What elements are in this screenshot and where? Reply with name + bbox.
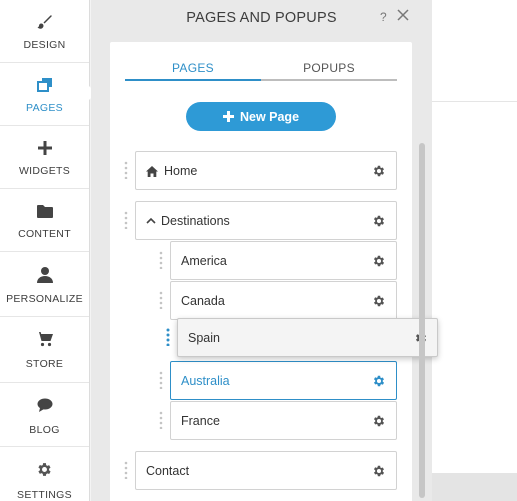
panel-tabs: PAGES POPUPS — [125, 57, 397, 81]
page-row-france[interactable]: France — [170, 401, 397, 440]
gear-icon[interactable] — [372, 164, 386, 178]
sidebar-item-label: PAGES — [26, 102, 63, 114]
folder-icon — [0, 201, 89, 221]
sidebar-item-content[interactable]: CONTENT — [0, 189, 89, 252]
new-page-label: New Page — [239, 109, 300, 124]
sidebar-item-label: STORE — [25, 358, 64, 370]
gear-icon[interactable] — [372, 464, 386, 478]
home-icon — [146, 166, 158, 177]
canvas-background — [432, 0, 517, 473]
sidebar-item-label: WIDGETS — [18, 165, 71, 177]
pages-icon — [0, 75, 89, 95]
drag-handle-icon[interactable] — [124, 161, 128, 179]
new-page-button[interactable]: New Page — [186, 102, 336, 131]
speech-bubble-icon — [0, 395, 89, 415]
sidebar-item-label: SETTINGS — [17, 489, 72, 501]
person-icon — [0, 264, 89, 284]
drag-handle-icon[interactable] — [159, 251, 163, 269]
drag-handle-icon[interactable] — [124, 461, 128, 479]
sidebar-item-blog[interactable]: BLOG — [0, 383, 89, 447]
page-name: Australia — [181, 374, 230, 388]
plus-icon — [222, 111, 234, 122]
drag-handle-icon[interactable] — [124, 211, 128, 229]
canvas-divider — [432, 101, 517, 102]
sidebar-item-label: BLOG — [29, 424, 60, 436]
page-name: Spain — [188, 331, 220, 345]
gear-icon[interactable] — [372, 254, 386, 268]
plus-icon — [0, 138, 89, 158]
page-row-america[interactable]: America — [170, 241, 397, 280]
cart-icon — [0, 329, 89, 349]
sidebar-item-store[interactable]: STORE — [0, 317, 89, 383]
sidebar-item-label: DESIGN — [23, 39, 66, 51]
sidebar-item-pages[interactable]: PAGES — [0, 63, 89, 126]
tab-pages[interactable]: PAGES — [125, 57, 261, 81]
chevron-up-icon[interactable] — [146, 217, 156, 224]
drag-handle-icon[interactable] — [159, 291, 163, 309]
page-name: Contact — [146, 464, 190, 478]
sidebar-item-label: CONTENT — [18, 228, 71, 240]
page-row-spain[interactable]: Spain — [177, 318, 438, 357]
gear-icon[interactable] — [372, 374, 386, 388]
canvas-footer-area — [432, 473, 517, 501]
page-name: America — [181, 254, 227, 268]
page-name: Destinations — [161, 214, 230, 228]
sidebar-item-settings[interactable]: SETTINGS — [0, 447, 89, 501]
sidebar-item-widgets[interactable]: WIDGETS — [0, 126, 89, 189]
page-row-contact[interactable]: Contact — [135, 451, 397, 490]
page-row-destinations[interactable]: Destinations — [135, 201, 397, 240]
brush-icon — [0, 12, 89, 32]
drag-handle-icon[interactable] — [166, 328, 170, 346]
page-name: Home — [164, 164, 198, 178]
gear-icon[interactable] — [372, 294, 386, 308]
sidebar-item-personalize[interactable]: PERSONALIZE — [0, 252, 89, 317]
close-button[interactable] — [396, 8, 412, 24]
gear-icon[interactable] — [372, 414, 386, 428]
close-icon — [397, 9, 409, 21]
sidebar-item-label: PERSONALIZE — [6, 293, 83, 305]
pages-scrollbar[interactable] — [419, 143, 425, 498]
page-name: Canada — [181, 294, 225, 308]
page-name: France — [181, 414, 220, 428]
left-sidebar: DESIGN PAGES WIDGETS CONTENT PERSONALIZE… — [0, 0, 90, 501]
gear-icon — [0, 459, 89, 479]
page-row-australia[interactable]: Australia — [170, 361, 397, 400]
tab-popups[interactable]: POPUPS — [261, 57, 397, 81]
drag-handle-icon[interactable] — [159, 411, 163, 429]
sidebar-item-design[interactable]: DESIGN — [0, 0, 89, 63]
page-row-canada[interactable]: Canada — [170, 281, 397, 320]
drag-handle-icon[interactable] — [159, 371, 163, 389]
page-row-home[interactable]: Home — [135, 151, 397, 190]
help-button[interactable]: ? — [380, 10, 387, 24]
gear-icon[interactable] — [372, 214, 386, 228]
